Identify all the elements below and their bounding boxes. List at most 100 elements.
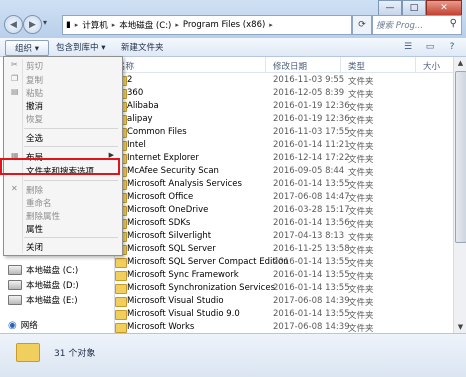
breadcrumb-program-files-x86[interactable]: Program Files (x86) bbox=[179, 20, 269, 30]
column-headers: 名称 修改日期 类型 大小 bbox=[115, 57, 453, 73]
column-divider[interactable] bbox=[265, 57, 266, 72]
file-date: 2017-06-08 14:39 bbox=[273, 322, 350, 332]
file-row[interactable]: Internet Explorer 2016-12-14 17:22 文件夹 bbox=[115, 152, 453, 165]
column-header-date[interactable]: 修改日期 bbox=[273, 60, 307, 72]
menu-separator bbox=[24, 146, 118, 147]
organize-button[interactable]: 组织 ▾ bbox=[5, 40, 49, 56]
file-type: 文件夹 bbox=[348, 142, 374, 152]
file-row[interactable]: McAfee Security Scan 2016-09-05 8:44 文件夹 bbox=[115, 165, 453, 178]
preview-pane-icon[interactable]: ▭ bbox=[422, 40, 438, 54]
file-row[interactable]: Intel 2016-01-14 11:21 文件夹 bbox=[115, 139, 453, 152]
nav-item-network[interactable]: ◉ 网络 bbox=[8, 318, 38, 332]
breadcrumb-drive-c[interactable]: 本地磁盘 (C:) bbox=[115, 19, 175, 31]
file-type: 文件夹 bbox=[348, 155, 374, 165]
file-row[interactable]: Microsoft SDKs 2016-01-14 13:56 文件夹 bbox=[115, 217, 453, 230]
file-date: 2016-01-14 13:55 bbox=[273, 270, 350, 280]
address-bar[interactable]: ▮ ▸ 计算机 ▸ 本地磁盘 (C:) ▸ Program Files (x86… bbox=[62, 15, 352, 35]
file-type: 文件夹 bbox=[348, 194, 374, 204]
search-icon: ⚲ bbox=[449, 18, 457, 29]
file-row[interactable]: Microsoft Office 2017-06-08 14:47 文件夹 bbox=[115, 191, 453, 204]
drive-icon bbox=[8, 295, 22, 305]
maximize-button[interactable]: □ bbox=[402, 0, 426, 16]
menu-item-delete[interactable]: ✕ 删除 bbox=[6, 183, 120, 196]
change-view-icon[interactable]: ☰ bbox=[400, 40, 416, 54]
menu-item-paste[interactable]: ▤ 粘贴 bbox=[6, 86, 120, 99]
file-date: 2016-09-05 8:44 bbox=[273, 166, 345, 176]
menu-item-remove-properties[interactable]: 删除属性 bbox=[6, 209, 120, 222]
scroll-up-arrow-icon[interactable]: ▲ bbox=[455, 57, 466, 69]
file-row[interactable]: Microsoft Works 2017-06-08 14:39 文件夹 bbox=[115, 321, 453, 333]
file-row[interactable]: Microsoft Visual Studio 2017-06-08 14:39 文… bbox=[115, 295, 453, 308]
column-header-type[interactable]: 类型 bbox=[348, 60, 365, 72]
file-name: Microsoft Synchronization Services bbox=[127, 283, 276, 293]
menu-item-properties[interactable]: 属性 bbox=[6, 222, 120, 235]
forward-button[interactable]: ▶ bbox=[23, 15, 42, 34]
toolbar-view-buttons: ☰ ▭ ? bbox=[400, 40, 460, 54]
column-divider[interactable] bbox=[415, 57, 416, 72]
scroll-down-arrow-icon[interactable]: ▼ bbox=[455, 321, 466, 333]
file-date: 2016-11-03 17:55 bbox=[273, 127, 350, 137]
file-row[interactable]: Microsoft SQL Server Compact Edition 2016… bbox=[115, 256, 453, 269]
file-row[interactable]: Alibaba 2016-01-19 12:36 文件夹 bbox=[115, 100, 453, 113]
file-name: 2 bbox=[127, 75, 133, 85]
recent-pages-dropdown[interactable]: ▾ bbox=[43, 18, 47, 27]
menu-item-redo[interactable]: 恢复 bbox=[6, 112, 120, 125]
file-type: 文件夹 bbox=[348, 285, 374, 295]
close-button[interactable]: ✕ bbox=[426, 0, 462, 16]
help-icon[interactable]: ? bbox=[444, 40, 460, 54]
new-folder-button[interactable]: 新建文件夹 bbox=[121, 40, 164, 54]
menu-item-cut[interactable]: ✂ 剪切 bbox=[6, 59, 120, 72]
include-in-library-button[interactable]: 包含到库中 ▾ bbox=[56, 40, 105, 54]
drive-icon bbox=[8, 265, 22, 275]
file-type: 文件夹 bbox=[348, 116, 374, 126]
nav-item-drive-c[interactable]: 本地磁盘 (C:) bbox=[8, 263, 78, 277]
menu-item-select-all[interactable]: 全选 bbox=[6, 131, 120, 144]
file-row[interactable]: 2 2016-11-03 9:55 文件夹 bbox=[115, 74, 453, 87]
file-name: McAfee Security Scan bbox=[127, 166, 219, 176]
refresh-icon: ⟳ bbox=[358, 20, 366, 30]
file-date: 2016-01-19 12:36 bbox=[273, 101, 350, 111]
file-row[interactable]: Microsoft SQL Server 2016-11-25 13:58 文件夹 bbox=[115, 243, 453, 256]
nav-item-label: 本地磁盘 (C:) bbox=[26, 266, 79, 276]
organize-menu: ✂ 剪切 ❐ 复制 ▤ 粘贴 撤消 恢复 全选 ▦ 布局 ▶ 文件夹和搜索选项 ✕ 删除 重… bbox=[3, 56, 123, 256]
folder-icon bbox=[16, 343, 40, 362]
file-row[interactable]: 360 2016-12-05 8:39 文件夹 bbox=[115, 87, 453, 100]
file-type: 文件夹 bbox=[348, 77, 374, 87]
nav-item-drive-e[interactable]: 本地磁盘 (E:) bbox=[8, 293, 78, 307]
file-name: Alibaba bbox=[127, 101, 159, 111]
refresh-button[interactable]: ⟳ bbox=[352, 15, 372, 35]
file-row[interactable]: Microsoft Silverlight 2017-04-13 8:13 文件夹 bbox=[115, 230, 453, 243]
menu-item-rename[interactable]: 重命名 bbox=[6, 196, 120, 209]
file-row[interactable]: Microsoft Visual Studio 9.0 2016-01-14 13… bbox=[115, 308, 453, 321]
file-row[interactable]: Microsoft Synchronization Services 2016-0… bbox=[115, 282, 453, 295]
back-button[interactable]: ◀ bbox=[4, 15, 23, 34]
file-row[interactable]: Common Files 2016-11-03 17:55 文件夹 bbox=[115, 126, 453, 139]
breadcrumb-computer[interactable]: 计算机 bbox=[78, 19, 112, 31]
menu-item-copy[interactable]: ❐ 复制 bbox=[6, 73, 120, 86]
window-controls: — □ ✕ bbox=[378, 0, 462, 16]
file-date: 2016-01-14 13:55 bbox=[273, 257, 350, 267]
file-row[interactable]: Microsoft Analysis Services 2016-01-14 13… bbox=[115, 178, 453, 191]
folder-icon bbox=[115, 258, 127, 268]
file-row[interactable]: Microsoft OneDrive 2016-03-28 15:17 文件夹 bbox=[115, 204, 453, 217]
menu-item-label: 撤消 bbox=[26, 102, 44, 112]
search-input[interactable]: 搜索 Prog... ⚲ bbox=[372, 15, 462, 35]
file-date: 2016-01-14 13:55 bbox=[273, 179, 350, 189]
minimize-button[interactable]: — bbox=[378, 0, 402, 16]
file-date: 2016-11-25 13:58 bbox=[273, 244, 350, 254]
file-type: 文件夹 bbox=[348, 246, 374, 256]
nav-item-label: 网络 bbox=[20, 321, 38, 331]
nav-item-drive-d[interactable]: 本地磁盘 (D:) bbox=[8, 278, 79, 292]
scrollbar-thumb[interactable] bbox=[455, 71, 466, 243]
menu-item-close[interactable]: 关闭 bbox=[6, 240, 120, 253]
back-arrow-icon: ◀ bbox=[10, 19, 17, 30]
menu-item-undo[interactable]: 撤消 bbox=[6, 99, 120, 112]
column-divider[interactable] bbox=[340, 57, 341, 72]
column-header-size[interactable]: 大小 bbox=[423, 60, 440, 72]
file-row[interactable]: alipay 2016-01-19 12:36 文件夹 bbox=[115, 113, 453, 126]
vertical-scrollbar[interactable]: ▲ ▼ bbox=[453, 57, 466, 333]
folder-icon bbox=[115, 284, 127, 294]
file-row[interactable]: Microsoft Sync Framework 2016-01-14 13:55… bbox=[115, 269, 453, 282]
folder-icon bbox=[115, 310, 127, 320]
folder-icon bbox=[115, 297, 127, 307]
